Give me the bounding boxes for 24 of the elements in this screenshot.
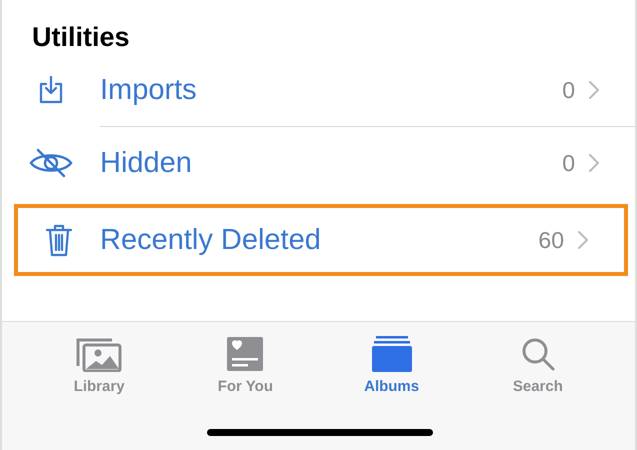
item-count: 0 [562, 76, 575, 104]
albums-icon [370, 336, 413, 372]
import-icon [38, 75, 64, 105]
search-icon [520, 336, 556, 372]
heart-card-icon [226, 336, 264, 372]
chevron-icon [578, 231, 588, 249]
tab-button[interactable]: For You [172, 322, 318, 395]
tab-button[interactable]: Albums [318, 322, 465, 395]
trash-icon [45, 223, 73, 257]
item-count: 60 [538, 226, 564, 254]
chevron-icon [589, 81, 599, 99]
row-label: Recently Deleted [100, 224, 322, 256]
section-title: Utilities [31, 21, 131, 54]
row-label: Imports [100, 74, 198, 106]
row-label: Hidden [100, 146, 193, 180]
album-row[interactable]: Hidden 0 [2, 127, 635, 199]
hidden-eye-icon [28, 148, 74, 178]
photos-icon [76, 336, 122, 372]
tab-button[interactable]: Library [26, 322, 172, 395]
album-row[interactable]: Imports 0 [2, 54, 635, 126]
tab-button[interactable]: Search [464, 322, 611, 395]
album-row[interactable]: Recently Deleted 60 [14, 204, 628, 276]
chevron-icon [589, 154, 599, 172]
item-count: 0 [562, 150, 575, 176]
